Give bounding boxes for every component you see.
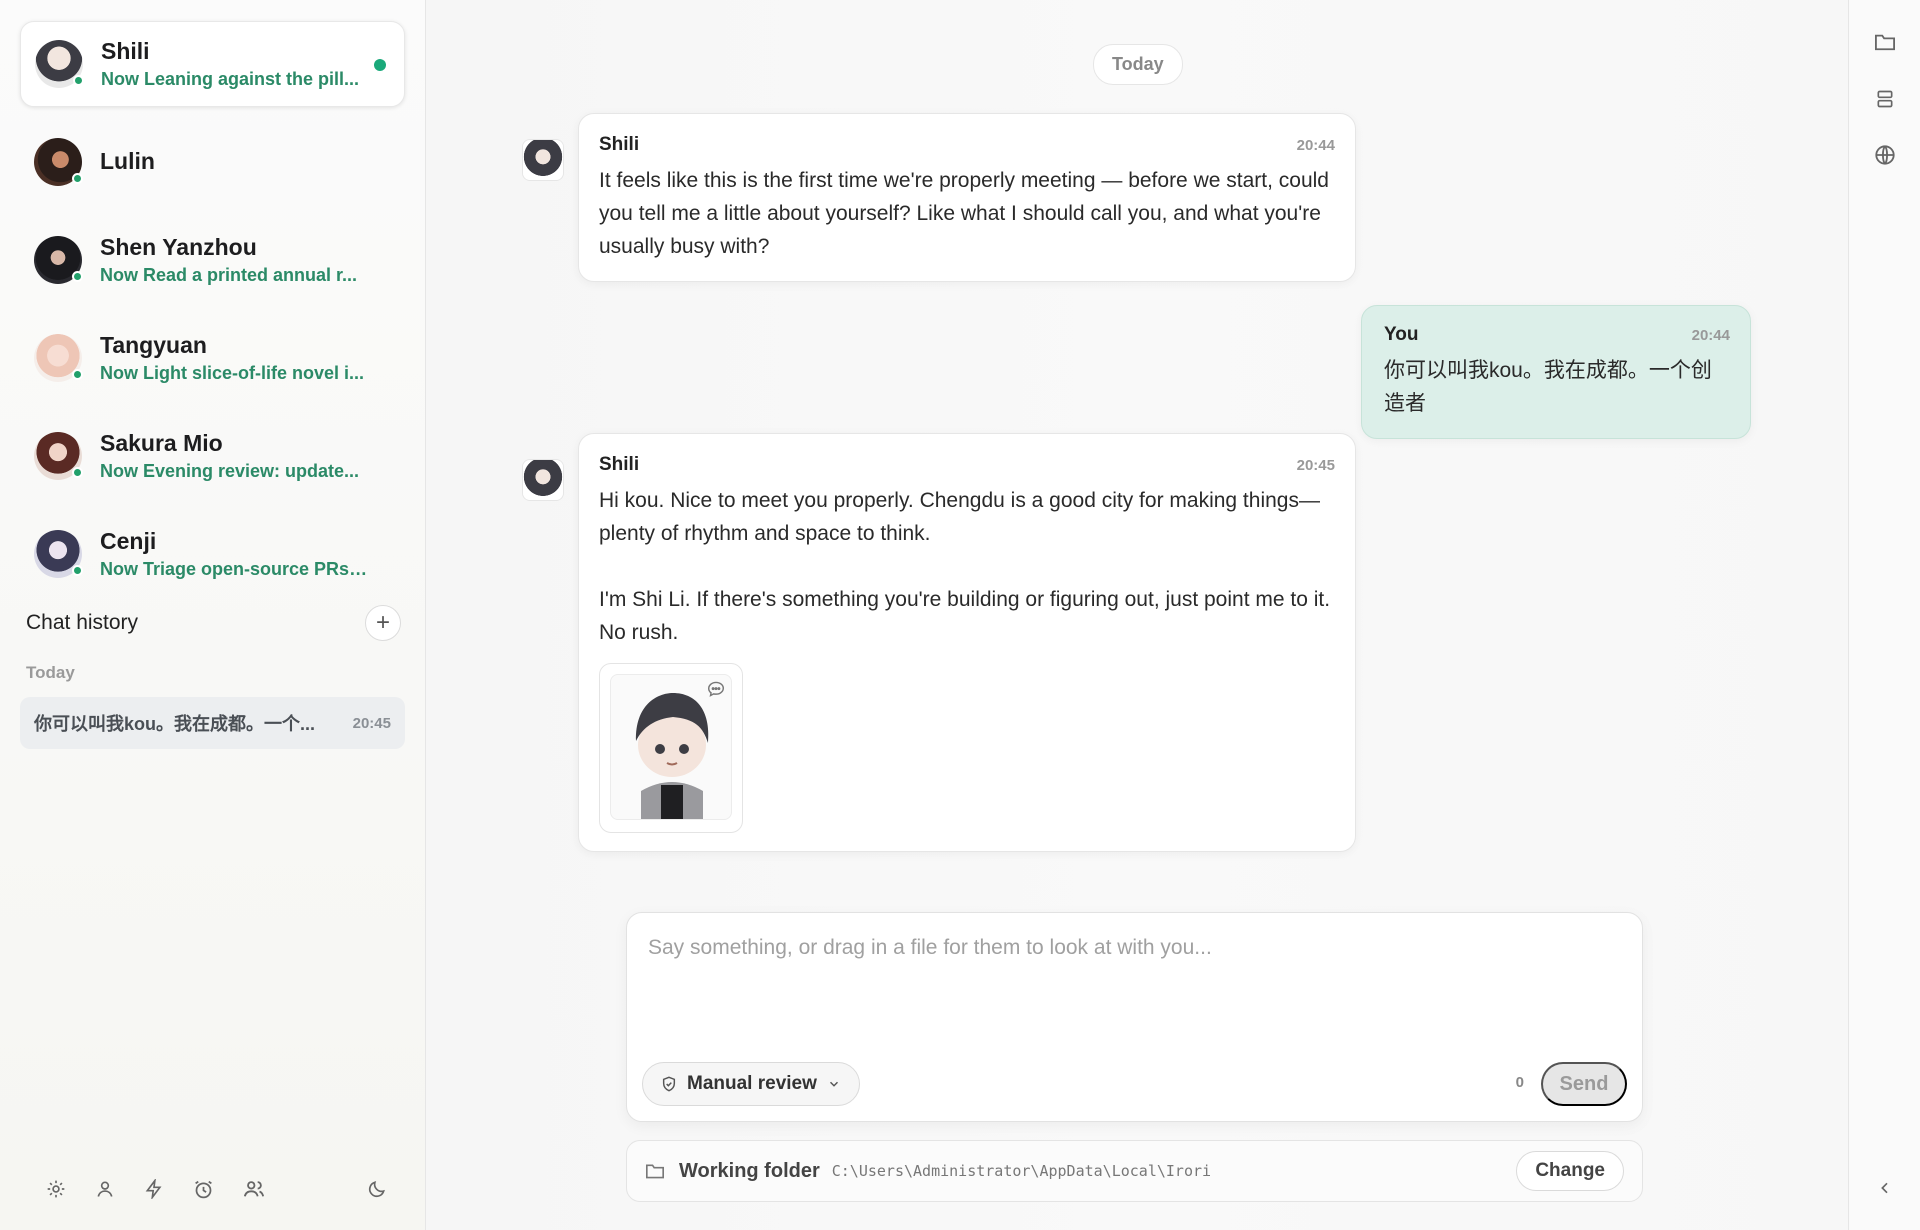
contact-status: Now Leaning against the pill... xyxy=(101,69,360,89)
message-composer[interactable]: Say something, or drag in a file for the… xyxy=(626,912,1643,1122)
contact-name: Cenji xyxy=(100,528,157,554)
globe-icon[interactable] xyxy=(1873,143,1897,167)
history-group-label: Today xyxy=(26,663,75,682)
message-text: Hi kou. Nice to meet you properly. Cheng… xyxy=(599,489,1320,545)
contact-tangyuan[interactable]: Tangyuan Now Light slice-of-life novel i… xyxy=(20,315,405,401)
settings-icon[interactable] xyxy=(46,1178,66,1200)
right-rail xyxy=(1848,0,1920,1230)
contact-shen-yanzhou[interactable]: Shen Yanzhou Now Read a printed annual r… xyxy=(20,217,405,303)
working-folder-path: C:\Users\Administrator\AppData\Local\Iro… xyxy=(831,1162,1212,1180)
message-bubble: Shili 20:44 It feels like this is the fi… xyxy=(578,113,1356,282)
contact-lulin[interactable]: Lulin xyxy=(20,119,405,205)
chevron-down-icon xyxy=(827,1077,841,1091)
message-text: 你可以叫我kou。我在成都。一个创造者 xyxy=(1384,359,1712,415)
avatar xyxy=(34,334,83,382)
contact-name: Lulin xyxy=(100,148,155,174)
new-chat-button[interactable]: + xyxy=(365,605,401,641)
sidebar: Shili Now Leaning against the pill... Lu… xyxy=(0,0,426,1230)
contact-shili[interactable]: Shili Now Leaning against the pill... xyxy=(20,21,405,107)
sticker-attachment[interactable] xyxy=(599,663,743,833)
working-folder-bar: Working folder C:\Users\Administrator\Ap… xyxy=(626,1140,1643,1202)
comment-icon[interactable] xyxy=(707,681,725,702)
history-item[interactable]: 你可以叫我kou。我在成都。一个... 20:45 xyxy=(20,697,405,749)
contact-status: Now Evening review: update... xyxy=(100,461,360,481)
app-window: Shili Now Leaning against the pill... Lu… xyxy=(0,0,1920,1230)
character-count: 0 xyxy=(1515,1074,1524,1091)
contact-status: Now Read a printed annual r... xyxy=(100,265,358,285)
contact-name: Sakura Mio xyxy=(100,430,223,456)
chevron-left-icon[interactable] xyxy=(1873,1176,1897,1200)
history-item-text: 你可以叫我kou。我在成都。一个... xyxy=(34,714,316,734)
contact-name: Shili xyxy=(101,38,150,64)
message-bubble: Shili 20:45 Hi kou. Nice to meet you pro… xyxy=(578,433,1356,852)
sidebar-toolbar xyxy=(46,1178,386,1200)
folder-icon xyxy=(645,1162,665,1180)
message-sender: Shili xyxy=(599,454,640,475)
profile-icon[interactable] xyxy=(95,1178,115,1200)
avatar xyxy=(34,236,83,284)
message-avatar xyxy=(522,139,564,181)
change-folder-button[interactable]: Change xyxy=(1516,1151,1624,1191)
composer-input[interactable]: Say something, or drag in a file for the… xyxy=(648,936,1212,960)
day-separator: Today xyxy=(1093,44,1183,85)
bolt-icon[interactable] xyxy=(144,1178,164,1200)
working-folder-label: Working folder xyxy=(679,1159,820,1182)
online-indicator xyxy=(72,565,83,576)
avatar xyxy=(34,530,83,578)
shield-icon xyxy=(661,1076,677,1092)
online-indicator xyxy=(72,173,83,184)
chat-history-header: Chat history + xyxy=(20,601,405,645)
message-sender: You xyxy=(1384,324,1419,345)
message-sender: Shili xyxy=(599,134,640,155)
contact-cenji[interactable]: Cenji Now Triage open-source PRs:... xyxy=(20,511,405,597)
chat-panel: Today Shili 20:44 It feels like this is … xyxy=(426,0,1848,1230)
avatar xyxy=(34,432,83,480)
message-time: 20:45 xyxy=(1296,456,1335,474)
unread-dot xyxy=(374,59,386,71)
manual-review-dropdown[interactable]: Manual review xyxy=(642,1062,860,1106)
folder-icon[interactable] xyxy=(1873,30,1897,54)
online-indicator xyxy=(73,75,84,86)
moon-icon[interactable] xyxy=(367,1178,387,1200)
message-time: 20:44 xyxy=(1296,136,1335,154)
contact-name: Shen Yanzhou xyxy=(100,234,257,260)
contact-status: Now Triage open-source PRs:... xyxy=(100,559,370,579)
message-text: I'm Shi Li. If there's something you're … xyxy=(599,588,1331,644)
avatar xyxy=(35,40,84,88)
avatar xyxy=(34,138,83,186)
online-indicator xyxy=(72,467,83,478)
group-icon[interactable] xyxy=(243,1178,265,1200)
manual-review-label: Manual review xyxy=(687,1073,817,1094)
send-button[interactable]: Send xyxy=(1541,1062,1627,1106)
contact-sakura-mio[interactable]: Sakura Mio Now Evening review: update... xyxy=(20,413,405,499)
alarm-icon[interactable] xyxy=(193,1178,214,1200)
online-indicator xyxy=(72,369,83,380)
history-item-time: 20:45 xyxy=(352,714,391,732)
message-text: It feels like this is the first time we'… xyxy=(599,169,1329,258)
message-bubble-mine: You 20:44 你可以叫我kou。我在成都。一个创造者 xyxy=(1361,305,1751,439)
online-indicator xyxy=(72,271,83,282)
chat-history-title: Chat history xyxy=(26,611,139,634)
layers-icon[interactable] xyxy=(1873,87,1897,111)
contact-status: Now Light slice-of-life novel i... xyxy=(100,363,365,383)
message-avatar xyxy=(522,459,564,501)
message-time: 20:44 xyxy=(1691,326,1730,344)
contact-name: Tangyuan xyxy=(100,332,207,358)
